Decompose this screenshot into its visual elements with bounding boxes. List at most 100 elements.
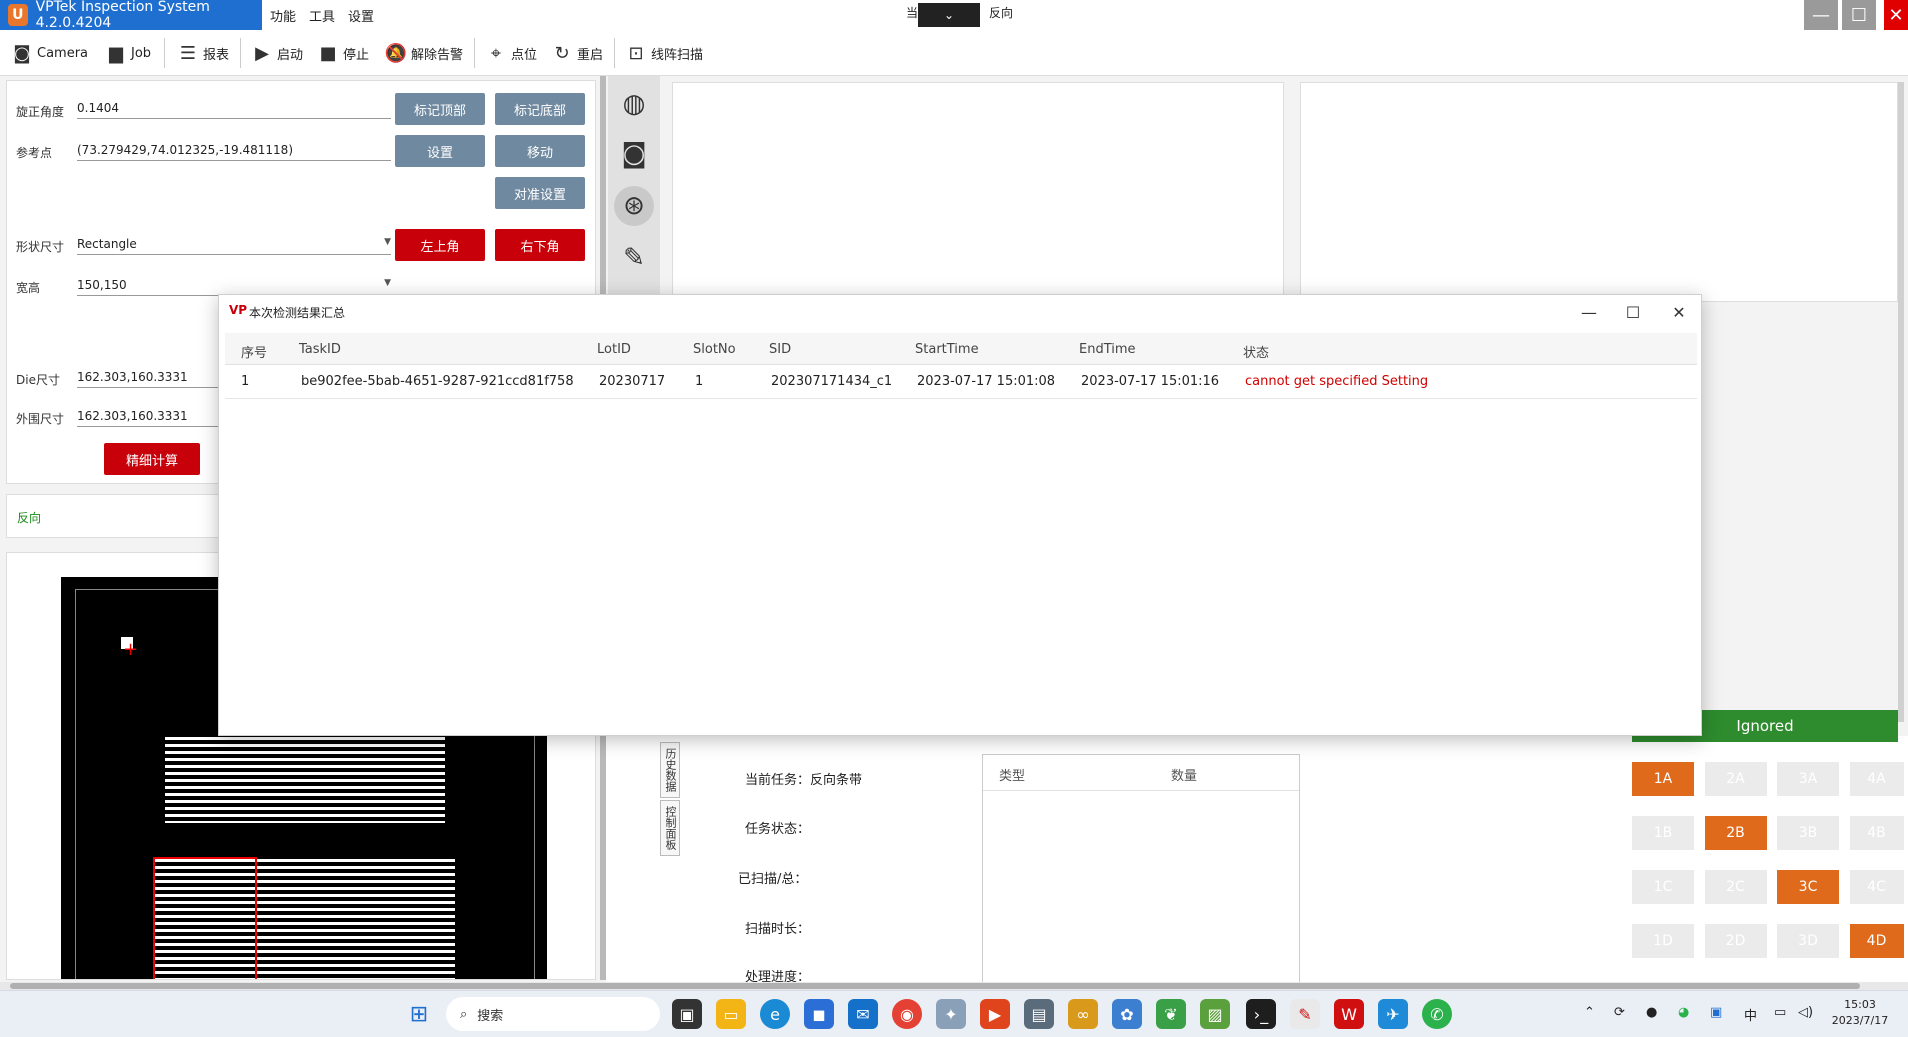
pen-app-icon[interactable]: ✎	[1290, 999, 1320, 1029]
feishu-icon[interactable]: ✈	[1378, 999, 1408, 1029]
slot-2a[interactable]: 2A	[1704, 762, 1767, 796]
slot-1b[interactable]: 1B	[1632, 816, 1694, 850]
view-panel-2	[1300, 82, 1898, 302]
edge-browser-icon[interactable]: e	[760, 999, 790, 1029]
menu-settings[interactable]: 设置	[348, 6, 374, 25]
line-scan-button[interactable]: ⊡ 线阵扫描	[626, 40, 703, 66]
slot-1a[interactable]: 1A	[1632, 762, 1694, 796]
vptek-app-icon[interactable]: ▶	[980, 999, 1010, 1029]
search-icon: ⌕	[460, 1006, 468, 1022]
terminal-icon[interactable]: ›_	[1246, 999, 1276, 1029]
outer-size-input[interactable]: 162.303,160.3331	[77, 409, 227, 427]
slot-3c[interactable]: 3C	[1777, 870, 1839, 904]
line-scan-label: 线阵扫描	[651, 47, 704, 63]
volume-icon[interactable]: ◁)	[1798, 1005, 1813, 1020]
ime-indicator[interactable]: 中	[1744, 1005, 1757, 1024]
slot-1c[interactable]: 1C	[1632, 870, 1694, 904]
rotation-input[interactable]: 0.1404	[77, 101, 391, 119]
bluetooth-icon[interactable]: ▣	[1710, 1005, 1722, 1020]
direction-dropdown[interactable]: ⌄	[918, 3, 980, 27]
set-button[interactable]: 设置	[395, 135, 485, 167]
slot-2d[interactable]: 2D	[1704, 924, 1767, 958]
maximize-button[interactable]: ☐	[1842, 0, 1876, 30]
camera-button[interactable]: ◙ Camera	[12, 40, 88, 66]
cell-lot-id: 20230717	[599, 374, 666, 389]
top-left-button[interactable]: 左上角	[395, 229, 485, 261]
toolbar: ◙ Camera ▆ Job ☰ 报表 ▶ 启动 ■ 停止 🔕 解除告警 ⌖ 点…	[0, 30, 1908, 76]
menu-tools[interactable]: 工具	[309, 6, 335, 25]
python-icon[interactable]: ∞	[1068, 999, 1098, 1029]
dialog-maximize-button[interactable]: ☐	[1619, 299, 1647, 325]
horizontal-scrollbar[interactable]	[0, 982, 1908, 990]
play-icon: ▶	[255, 42, 269, 64]
leaf-app-icon[interactable]: ❦	[1156, 999, 1186, 1029]
restart-button[interactable]: ↻ 重启	[552, 40, 603, 66]
minimize-icon: —	[1581, 302, 1597, 322]
clear-alarm-button[interactable]: 🔕 解除告警	[385, 40, 463, 66]
slot-4b[interactable]: 4B	[1849, 816, 1904, 850]
col-sid: SID	[769, 342, 792, 357]
wps-icon[interactable]: W	[1334, 999, 1364, 1029]
point-button[interactable]: ⌖ 点位	[486, 40, 537, 66]
slot-3d[interactable]: 3D	[1777, 924, 1839, 958]
report-button[interactable]: ☰ 报表	[178, 40, 229, 66]
wechat-tray-icon[interactable]: ◕	[1678, 1005, 1689, 1020]
slot-2c[interactable]: 2C	[1704, 870, 1767, 904]
ruler-tool-icon[interactable]: ✎	[614, 238, 654, 278]
scan-map-icon[interactable]: ⊛	[614, 186, 654, 226]
sync-icon[interactable]: ⟳	[1614, 1005, 1625, 1020]
bottom-right-button[interactable]: 右下角	[495, 229, 585, 261]
shape-select[interactable]: Rectangle ▼	[77, 237, 391, 255]
control-panel-tab[interactable]: 控制面板	[660, 800, 680, 856]
move-button[interactable]: 移动	[495, 135, 585, 167]
taskbar-search[interactable]: ⌕ 搜索	[446, 997, 660, 1031]
slot-4d[interactable]: 4D	[1849, 924, 1904, 958]
network-app-icon[interactable]: ✿	[1112, 999, 1142, 1029]
history-data-tab[interactable]: 历史数据	[660, 742, 680, 798]
chart-app-icon[interactable]: ▨	[1200, 999, 1230, 1029]
slot-1d[interactable]: 1D	[1632, 924, 1694, 958]
grid-view-icon[interactable]: ◍	[614, 84, 654, 124]
app-title: VPTek Inspection System 4.2.0.4204	[35, 0, 210, 31]
close-button[interactable]: ✕	[1884, 0, 1908, 30]
slot-4c[interactable]: 4C	[1849, 870, 1904, 904]
job-button[interactable]: ▆ Job	[106, 40, 151, 66]
bird-app-icon[interactable]: ✦	[936, 999, 966, 1029]
scrollbar-thumb[interactable]	[10, 983, 1860, 989]
windows-start-icon[interactable]: ⊞	[404, 999, 434, 1029]
mark-bottom-button[interactable]: 标记底部	[495, 93, 585, 125]
slot-3a[interactable]: 3A	[1777, 762, 1839, 796]
ref-point-input[interactable]: (73.279429,74.012325,-19.481118)	[77, 143, 391, 161]
menu-function[interactable]: 功能	[270, 6, 296, 25]
mark-top-button[interactable]: 标记顶部	[395, 93, 485, 125]
slot-2b[interactable]: 2B	[1704, 816, 1767, 850]
mail-icon[interactable]: ✉	[848, 999, 878, 1029]
slot-3b[interactable]: 3B	[1777, 816, 1839, 850]
slot-4a[interactable]: 4A	[1849, 762, 1904, 796]
minimize-button[interactable]: —	[1804, 0, 1838, 30]
wechat-icon[interactable]: ✆	[1422, 999, 1452, 1029]
chrome-icon[interactable]: ◉	[892, 999, 922, 1029]
file-explorer-icon[interactable]: ▭	[716, 999, 746, 1029]
camera-icon[interactable]: ◙	[614, 134, 654, 174]
remote-app-icon[interactable]: ▤	[1024, 999, 1054, 1029]
scanned-total-label: 已扫描/总：	[738, 872, 808, 887]
fine-calc-button[interactable]: 精细计算	[104, 443, 200, 475]
align-settings-button[interactable]: 对准设置	[495, 177, 585, 209]
store-icon[interactable]: ◼	[804, 999, 834, 1029]
tray-expand-icon[interactable]: ⌃	[1584, 1005, 1595, 1020]
start-button[interactable]: ▶ 启动	[252, 40, 303, 66]
cell-task-id: be902fee-5bab-4651-9287-921ccd81f758	[301, 374, 574, 389]
clock[interactable]: 15:03 2023/7/17	[1820, 997, 1900, 1029]
dialog-minimize-button[interactable]: —	[1575, 299, 1603, 325]
die-size-input[interactable]: 162.303,160.3331	[77, 370, 227, 388]
right-scrollbar[interactable]	[1898, 82, 1904, 722]
task-view-icon[interactable]: ▣	[672, 999, 702, 1029]
dialog-close-button[interactable]: ✕	[1665, 299, 1693, 325]
cell-start-time: 2023-07-17 15:01:08	[917, 374, 1056, 389]
qq-icon[interactable]: ●	[1646, 1005, 1657, 1020]
stop-button[interactable]: ■ 停止	[318, 40, 369, 66]
table-row[interactable]: 1 be902fee-5bab-4651-9287-921ccd81f758 2…	[225, 365, 1697, 399]
network-icon[interactable]: ▭	[1774, 1005, 1786, 1020]
scan-duration-label: 扫描时长：	[745, 922, 811, 937]
